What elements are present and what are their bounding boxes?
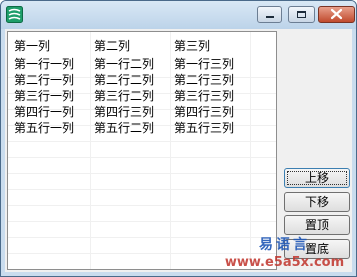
- minimize-icon: [266, 16, 274, 18]
- move-to-bottom-button[interactable]: 置底: [284, 239, 350, 259]
- list-cell: 第一行三列: [174, 57, 235, 71]
- list-view[interactable]: 第一列 第二列 第三列 第一行一列 第一行二列 第一行三列 第二行一列 第二行二…: [7, 31, 277, 270]
- list-item[interactable]: 第三行一列: [14, 88, 74, 104]
- list-item[interactable]: 第二行一列: [14, 72, 74, 88]
- column-divider: [90, 32, 91, 269]
- list-cell: 第三行二列: [94, 89, 155, 103]
- minimize-button[interactable]: [257, 6, 282, 23]
- list-cell: 第五行三列: [174, 121, 235, 135]
- list-cell: 第四行三列: [174, 105, 235, 119]
- app-window: 第一列 第二列 第三列 第一行一列 第一行二列 第一行三列 第二行一列 第二行二…: [0, 0, 357, 277]
- list-cell: 第五行二列: [94, 121, 155, 135]
- list-cell: 第三行三列: [174, 89, 235, 103]
- column-header-3[interactable]: 第三列: [174, 38, 210, 54]
- maximize-button[interactable]: [288, 6, 315, 23]
- list-cell: 第四行三列: [94, 105, 155, 119]
- maximize-icon: [297, 11, 306, 18]
- close-button[interactable]: [318, 6, 355, 23]
- column-header-1[interactable]: 第一列: [14, 38, 50, 54]
- list-cell: 第二行二列: [94, 73, 155, 87]
- focus-rect: [287, 171, 347, 185]
- move-up-button[interactable]: 上移: [284, 168, 350, 188]
- list-cell: 第一行二列: [94, 57, 155, 71]
- move-down-button[interactable]: 下移: [284, 192, 350, 212]
- client-area: 第一列 第二列 第三列 第一行一列 第一行二列 第一行三列 第二行一列 第二行二…: [5, 29, 352, 272]
- app-logo-icon: [6, 6, 23, 23]
- column-divider: [250, 32, 251, 269]
- list-item[interactable]: 第五行一列: [14, 120, 74, 136]
- title-bar[interactable]: [1, 1, 356, 29]
- list-item[interactable]: 第一行一列: [14, 56, 74, 72]
- list-cell: 第二行三列: [174, 73, 235, 87]
- column-divider: [170, 32, 171, 269]
- move-to-top-button[interactable]: 置顶: [284, 215, 350, 235]
- column-header-2[interactable]: 第二列: [94, 38, 130, 54]
- list-item[interactable]: 第四行一列: [14, 104, 74, 120]
- close-icon: [330, 8, 343, 20]
